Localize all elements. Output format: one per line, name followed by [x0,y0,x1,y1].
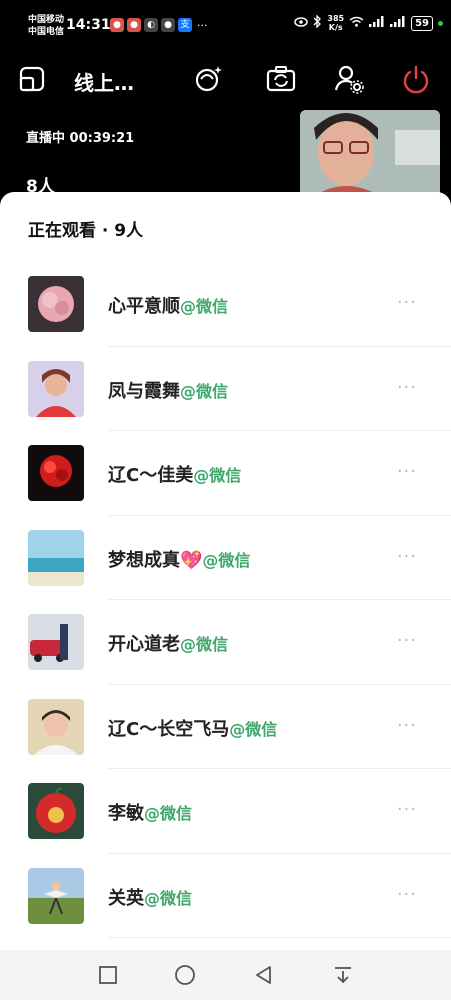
viewer-name-line: 李敏@微信 [108,799,192,825]
viewer-name: 辽C～长空飞马 [108,718,230,740]
status-right: 385 K/s 59 [294,14,443,32]
more-options-icon[interactable]: ··· [397,546,417,567]
back-icon[interactable] [251,962,277,988]
viewer-source-tag: @微信 [202,550,251,570]
viewer-row[interactable]: 李敏@微信 ··· [0,769,451,854]
viewer-name: 关英 [108,887,144,909]
hide-nav-icon[interactable] [330,962,356,988]
signal-icon [369,16,385,30]
sheet-title: 正在观看 · 9人 [28,221,144,241]
viewer-row[interactable]: 辽C～佳美@微信 ··· [0,431,451,516]
viewer-source-tag: @微信 [180,635,229,654]
viewer-name: 梦想成真💖 [108,549,203,571]
viewer-name: 李敏 [108,803,144,824]
viewer-name-line: 关英@微信 [108,884,192,910]
clock: 14:31 [66,17,111,33]
privacy-dot-icon [438,20,443,26]
avatar [28,783,84,839]
eye-icon [294,16,309,30]
status-bar: 中国移动 中国电信 14:31 ● ● ◐ ● 支 ··· 385 K/s 59 [0,0,451,50]
viewer-row[interactable]: 凤与霞舞@微信 ··· [0,347,451,432]
chat-bubble-icon: ● [161,18,175,32]
live-title: 线上… [74,71,134,95]
power-end-live-icon[interactable] [398,61,434,97]
viewer-name-line: 开心道老@微信 [108,630,228,656]
live-toolbar: 线上… [0,55,451,103]
bluetooth-icon [313,14,322,31]
viewer-name-line: 辽C～佳美@微信 [108,461,241,487]
avatar [28,360,84,417]
more-options-icon[interactable]: ··· [397,715,417,736]
minimize-window-icon[interactable] [14,61,50,97]
viewer-row[interactable]: 心平意顺@微信 ··· [0,262,451,347]
camera-preview-image [300,110,440,200]
live-timer: 直播中 00:39:21 [26,131,135,146]
carrier-1: 中国移动 [28,15,65,25]
viewers-sheet: 正在观看 · 9人 心平意顺@微信 ··· 凤与霞舞@微信 ··· 辽C～佳美@… [0,192,451,950]
carrier-2: 中国电信 [28,27,65,37]
battery-indicator: 59 [411,15,433,31]
viewer-name: 辽C～佳美 [108,465,194,486]
more-options-icon[interactable]: ··· [397,884,417,905]
more-options-icon[interactable]: ··· [397,377,417,398]
viewer-name-line: 心平意顺@微信 [108,292,228,318]
more-notifications-icon: ··· [197,18,208,32]
net-speed-unit: K/s [328,23,343,32]
system-nav-bar [0,950,451,1000]
app-notification-icon: ● [127,18,141,32]
app-notification-icon: ● [110,18,124,32]
net-speed: 385 K/s [327,14,344,32]
viewer-source-tag: @微信 [144,804,193,823]
viewer-source-tag: @微信 [193,466,242,485]
viewer-row[interactable]: 开心道老@微信 ··· [0,600,451,685]
home-icon[interactable] [172,962,198,988]
avatar [28,614,84,670]
wifi-icon [349,16,364,30]
more-options-icon[interactable]: ··· [397,799,417,820]
viewer-source-tag: @微信 [144,888,193,908]
avatar [28,867,84,924]
beauty-filter-icon[interactable] [190,61,226,97]
viewer-source-tag: @微信 [180,381,229,401]
more-options-icon[interactable]: ··· [397,292,417,313]
viewer-name-line: 辽C～长空飞马@微信 [108,715,277,741]
viewer-row[interactable]: 梦想成真💖@微信 ··· [0,516,451,601]
wechat-icon: ◐ [144,18,158,32]
viewer-list: 心平意顺@微信 ··· 凤与霞舞@微信 ··· 辽C～佳美@微信 ··· 梦想成… [0,262,451,938]
viewer-source-tag: @微信 [180,297,229,316]
flip-camera-icon[interactable] [263,61,299,97]
viewer-name-line: 梦想成真💖@微信 [108,546,250,572]
more-options-icon[interactable]: ··· [397,461,417,482]
notification-icons: ● ● ◐ ● 支 ··· [110,18,208,32]
viewer-name-line: 凤与霞舞@微信 [108,377,228,403]
viewer-name: 凤与霞舞 [108,380,180,402]
recent-apps-icon[interactable] [95,962,121,988]
signal-icon [390,16,406,30]
avatar [28,276,84,332]
more-options-icon[interactable]: ··· [397,630,417,651]
viewer-source-tag: @微信 [229,719,278,739]
viewer-name: 心平意顺 [108,296,180,317]
avatar [28,698,84,755]
user-settings-icon[interactable] [331,61,367,97]
viewer-row[interactable]: 辽C～长空飞马@微信 ··· [0,685,451,770]
viewer-row[interactable]: 关英@微信 ··· [0,854,451,939]
avatar [28,445,84,501]
net-speed-value: 385 [327,14,345,23]
carrier-labels: 中国移动 中国电信 [28,14,64,38]
viewer-name: 开心道老 [108,634,180,655]
alipay-icon: 支 [178,18,192,32]
camera-preview[interactable] [300,110,440,200]
avatar [28,529,84,586]
